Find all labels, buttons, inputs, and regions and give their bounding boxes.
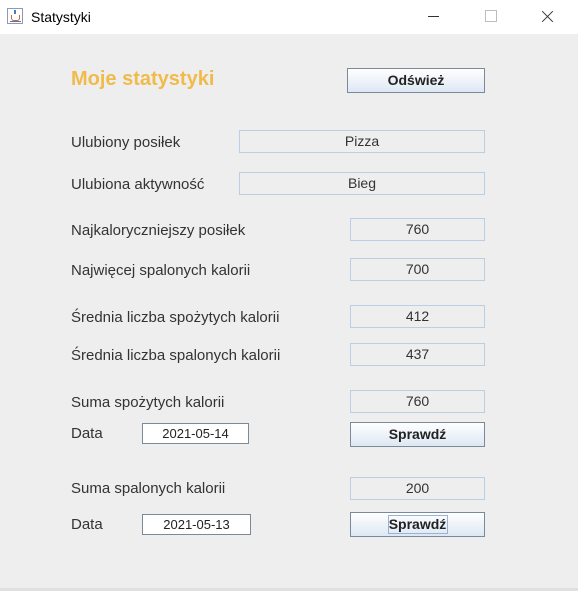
java-app-icon bbox=[7, 8, 23, 24]
max-calorie-meal-label: Najkaloryczniejszy posiłek bbox=[71, 222, 246, 239]
sum-burned-field: 200 bbox=[350, 477, 485, 500]
sum-consumed-label: Suma spożytych kalorii bbox=[71, 394, 225, 411]
minimize-button[interactable] bbox=[410, 0, 456, 34]
maximize-button[interactable] bbox=[467, 0, 513, 34]
avg-consumed-field: 412 bbox=[350, 305, 485, 328]
max-calorie-meal-field: 760 bbox=[350, 218, 485, 241]
avg-burned-label: Średnia liczba spalonych kalorii bbox=[71, 347, 281, 364]
refresh-button[interactable]: Odśwież bbox=[347, 68, 485, 93]
check-burned-button-label: Sprawdź bbox=[388, 516, 447, 532]
avg-consumed-label: Średnia liczba spożytych kalorii bbox=[71, 309, 280, 326]
sum-burned-label: Suma spalonych kalorii bbox=[71, 480, 226, 497]
favorite-meal-field: Pizza bbox=[239, 130, 485, 153]
max-burned-field: 700 bbox=[350, 258, 485, 281]
check-consumed-button[interactable]: Sprawdź bbox=[350, 422, 485, 447]
check-burned-button[interactable]: Sprawdź bbox=[350, 512, 485, 537]
consumed-date-input[interactable]: 2021-05-14 bbox=[142, 423, 249, 444]
sum-consumed-field: 760 bbox=[350, 390, 485, 413]
burned-date-input[interactable]: 2021-05-13 bbox=[142, 514, 251, 535]
burned-date-label: Data bbox=[71, 516, 103, 533]
max-burned-label: Najwięcej spalonych kalorii bbox=[71, 262, 251, 279]
window-title: Statystyki bbox=[31, 9, 91, 25]
title-bar: Statystyki bbox=[0, 0, 578, 34]
page-title: Moje statystyki bbox=[71, 68, 215, 90]
consumed-date-label: Data bbox=[71, 425, 103, 442]
close-button[interactable] bbox=[524, 0, 570, 34]
favorite-activity-label: Ulubiona aktywność bbox=[71, 176, 205, 193]
favorite-activity-field: Bieg bbox=[239, 172, 485, 195]
avg-burned-field: 437 bbox=[350, 343, 485, 366]
favorite-meal-label: Ulubiony posiłek bbox=[71, 134, 181, 151]
